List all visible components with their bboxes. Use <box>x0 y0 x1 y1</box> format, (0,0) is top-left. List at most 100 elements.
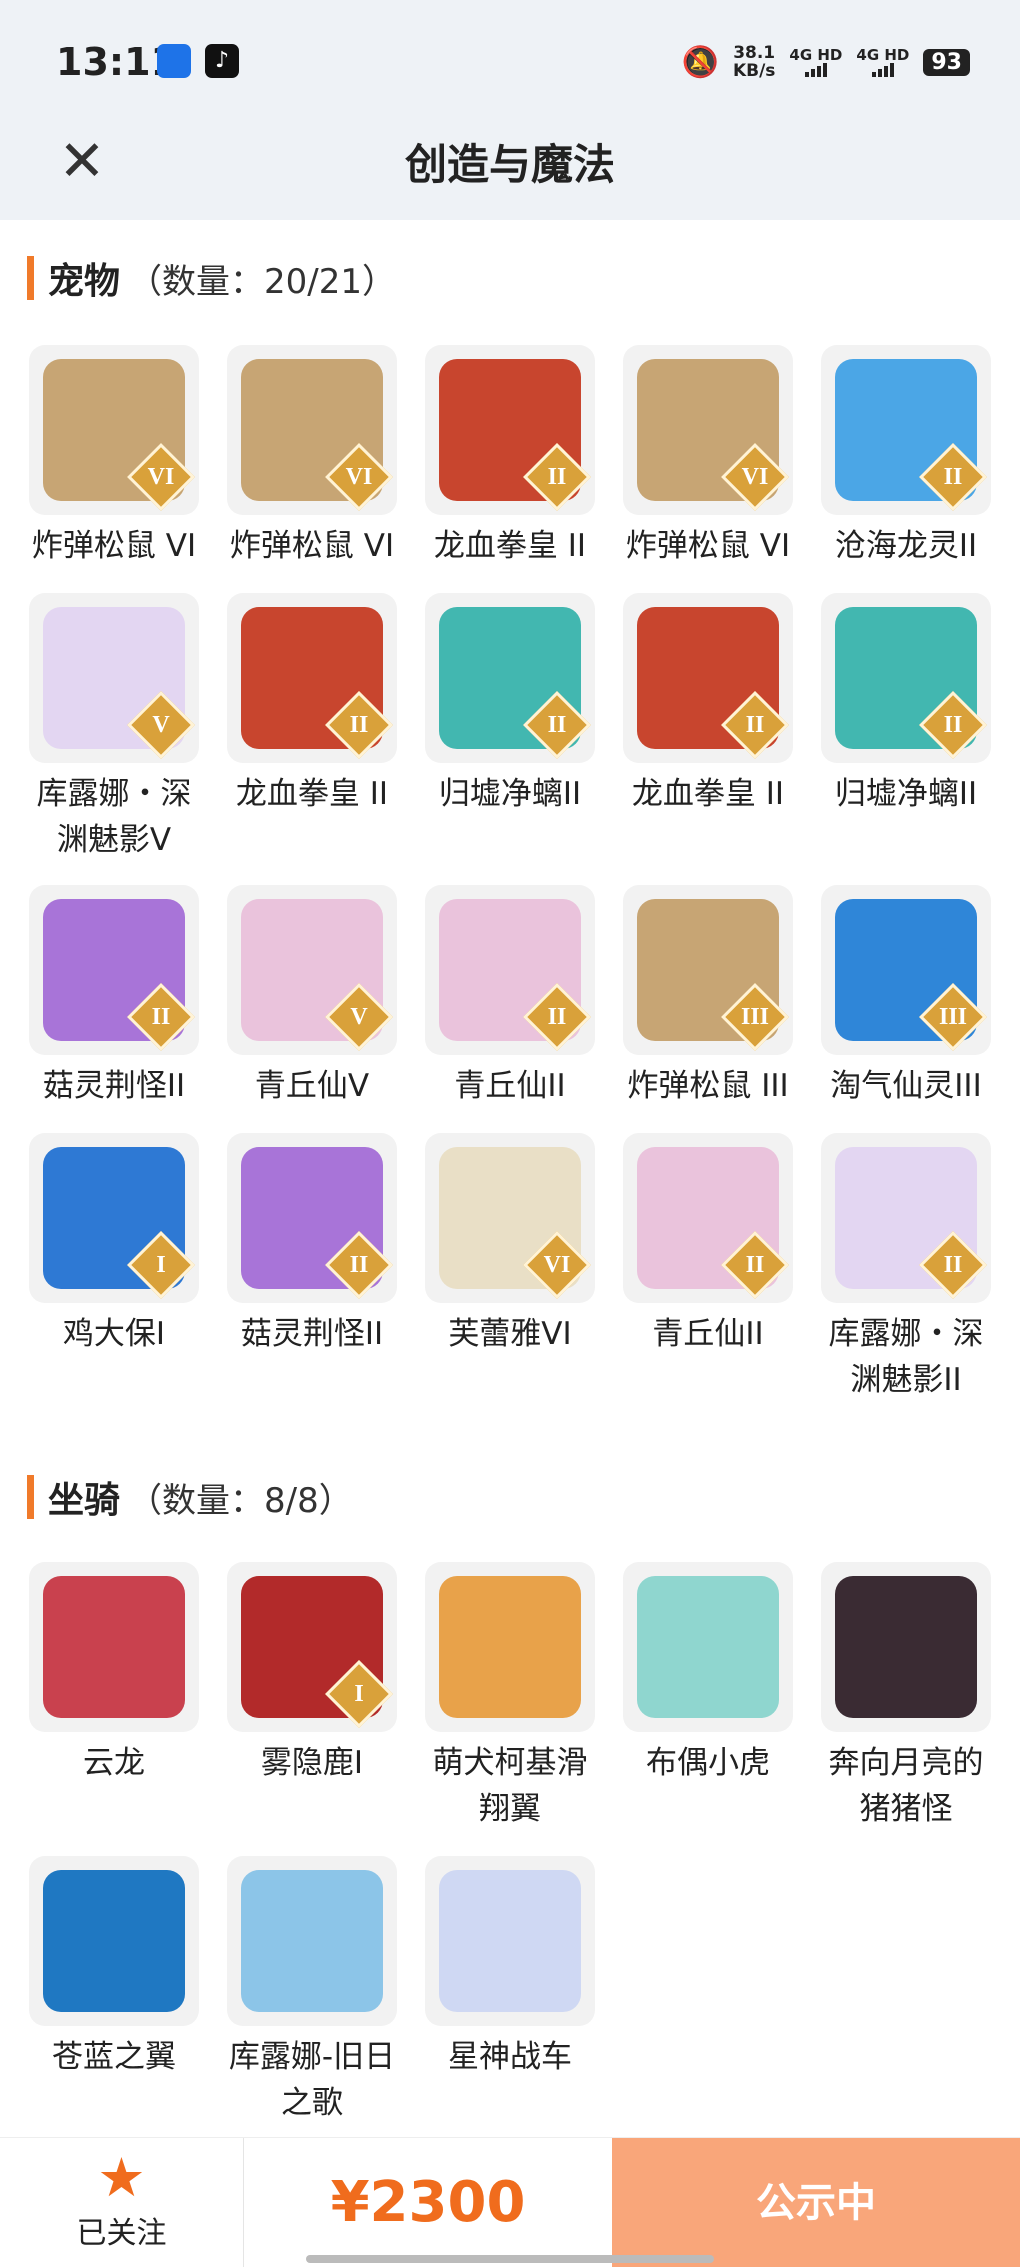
item-art <box>241 1870 383 2012</box>
grid-item[interactable]: II 菇灵荆怪II <box>224 1133 400 1357</box>
grid-item[interactable]: I 鸡大保I <box>26 1133 202 1357</box>
item-thumbnail: II <box>425 593 595 763</box>
grid-item[interactable]: I 雾隐鹿I <box>224 1562 400 1786</box>
level-badge-text: VI <box>345 464 373 490</box>
level-badge-text: III <box>938 1004 968 1030</box>
item-name: 布偶小虎 <box>646 1745 770 1781</box>
grid-item[interactable]: II 归墟净螭II <box>818 593 994 817</box>
grid-item[interactable]: 云龙 <box>26 1562 202 1786</box>
item-thumbnail <box>29 1562 199 1732</box>
item-thumbnail: VI <box>623 345 793 515</box>
star-icon: ★ <box>97 2146 146 2209</box>
item-name: 龙血拳皇 II <box>631 776 785 812</box>
item-thumbnail: VI <box>29 345 199 515</box>
item-name: 龙血拳皇 II <box>235 776 389 812</box>
item-art <box>439 1576 581 1718</box>
follow-label: 已关注 <box>76 2216 167 2251</box>
grid-item[interactable]: II 龙血拳皇 II <box>620 593 796 817</box>
item-name: 鸡大保I <box>62 1316 166 1352</box>
home-indicator <box>306 2255 714 2263</box>
grid-item[interactable]: VI 炸弹松鼠 VI <box>620 345 796 569</box>
section-title: 宠物 <box>48 261 121 302</box>
item-thumbnail: II <box>821 1133 991 1303</box>
item-name: 青丘仙V <box>254 1068 370 1104</box>
item-thumbnail <box>425 1562 595 1732</box>
item-thumbnail <box>623 1562 793 1732</box>
item-thumbnail: II <box>425 885 595 1055</box>
tiktok-icon: ♪ <box>205 44 239 78</box>
level-badge-text: II <box>745 1252 765 1278</box>
close-icon[interactable]: ✕ <box>52 120 112 210</box>
follow-button[interactable]: ★ 已关注 <box>0 2138 243 2267</box>
grid-item[interactable]: II 库露娜・深渊魅影II <box>818 1133 994 1403</box>
item-thumbnail: II <box>29 885 199 1055</box>
grid-item[interactable]: II 青丘仙II <box>620 1133 796 1357</box>
item-name: 归墟净螭II <box>438 776 582 812</box>
grid-item[interactable]: II 青丘仙II <box>422 885 598 1109</box>
item-name: 奔向月亮的猪猪怪 <box>828 1745 984 1827</box>
level-badge-text: II <box>349 712 369 738</box>
item-thumbnail: II <box>623 593 793 763</box>
item-thumbnail: VI <box>425 1133 595 1303</box>
item-name: 库露娜・深渊魅影II <box>828 1316 984 1398</box>
item-art <box>43 1870 185 2012</box>
item-name: 菇灵荆怪II <box>42 1068 186 1104</box>
grid-item[interactable]: 布偶小虎 <box>620 1562 796 1786</box>
grid-item[interactable]: II 沧海龙灵II <box>818 345 994 569</box>
section-accent-bar <box>27 256 34 300</box>
item-name: 炸弹松鼠 III <box>627 1068 789 1104</box>
item-thumbnail: II <box>821 345 991 515</box>
level-badge-text: II <box>745 712 765 738</box>
grid-item[interactable]: II 龙血拳皇 II <box>422 345 598 569</box>
item-thumbnail: I <box>227 1562 397 1732</box>
mute-bell-icon: 🔕 <box>681 44 719 80</box>
grid-item[interactable]: II 菇灵荆怪II <box>26 885 202 1109</box>
item-thumbnail: VI <box>227 345 397 515</box>
level-badge-text: II <box>547 464 567 490</box>
item-name: 芙蕾雅VI <box>448 1316 572 1352</box>
section-header-pets: 宠物 （数量：20/21） <box>27 253 396 303</box>
grid-item[interactable]: V 青丘仙V <box>224 885 400 1109</box>
level-badge-text: VI <box>543 1252 571 1278</box>
grid-item[interactable]: VI 芙蕾雅VI <box>422 1133 598 1357</box>
item-name: 沧海龙灵II <box>834 528 978 564</box>
item-name: 炸弹松鼠 VI <box>229 528 395 564</box>
grid-item[interactable]: III 炸弹松鼠 III <box>620 885 796 1109</box>
level-badge-text: II <box>151 1004 171 1030</box>
signal-bars-icon <box>856 63 909 77</box>
item-name: 龙血拳皇 II <box>433 528 587 564</box>
item-thumbnail: III <box>623 885 793 1055</box>
item-name: 淘气仙灵III <box>830 1068 982 1104</box>
level-badge-text: II <box>943 464 963 490</box>
item-thumbnail <box>227 1856 397 2026</box>
item-thumbnail: V <box>29 593 199 763</box>
grid-item[interactable]: VI 炸弹松鼠 VI <box>224 345 400 569</box>
net-speed: 38.1 KB/s <box>732 43 776 81</box>
grid-item[interactable]: 萌犬柯基滑翔翼 <box>422 1562 598 1832</box>
grid-item[interactable]: 奔向月亮的猪猪怪 <box>818 1562 994 1832</box>
grid-item[interactable]: III 淘气仙灵III <box>818 885 994 1109</box>
grid-item[interactable]: V 库露娜・深渊魅影V <box>26 593 202 863</box>
page-title: 创造与魔法 <box>404 140 615 189</box>
signal-bars-icon <box>789 63 842 77</box>
item-name: 青丘仙II <box>652 1316 764 1352</box>
item-name: 库露娜・深渊魅影V <box>36 776 192 858</box>
item-thumbnail: II <box>227 1133 397 1303</box>
grid-item[interactable]: 星神战车 <box>422 1856 598 2080</box>
status-button[interactable]: 公示中 <box>612 2138 1020 2267</box>
level-badge-text: V <box>152 712 170 738</box>
level-badge-text: III <box>740 1004 770 1030</box>
grid-item[interactable]: 苍蓝之翼 <box>26 1856 202 2080</box>
app-icon <box>157 44 191 78</box>
header: 创造与魔法 ✕ <box>0 120 1020 220</box>
grid-item[interactable]: VI 炸弹松鼠 VI <box>26 345 202 569</box>
grid-item[interactable]: 库露娜-旧日之歌 <box>224 1856 400 2126</box>
level-badge-text: II <box>349 1252 369 1278</box>
grid-item[interactable]: II 归墟净螭II <box>422 593 598 817</box>
item-art <box>43 1576 185 1718</box>
level-badge-text: V <box>350 1004 368 1030</box>
sim2-signal: 4G HD <box>856 47 909 77</box>
grid-item[interactable]: II 龙血拳皇 II <box>224 593 400 817</box>
section-count: （数量：20/21） <box>128 261 396 302</box>
section-accent-bar <box>27 1475 34 1519</box>
